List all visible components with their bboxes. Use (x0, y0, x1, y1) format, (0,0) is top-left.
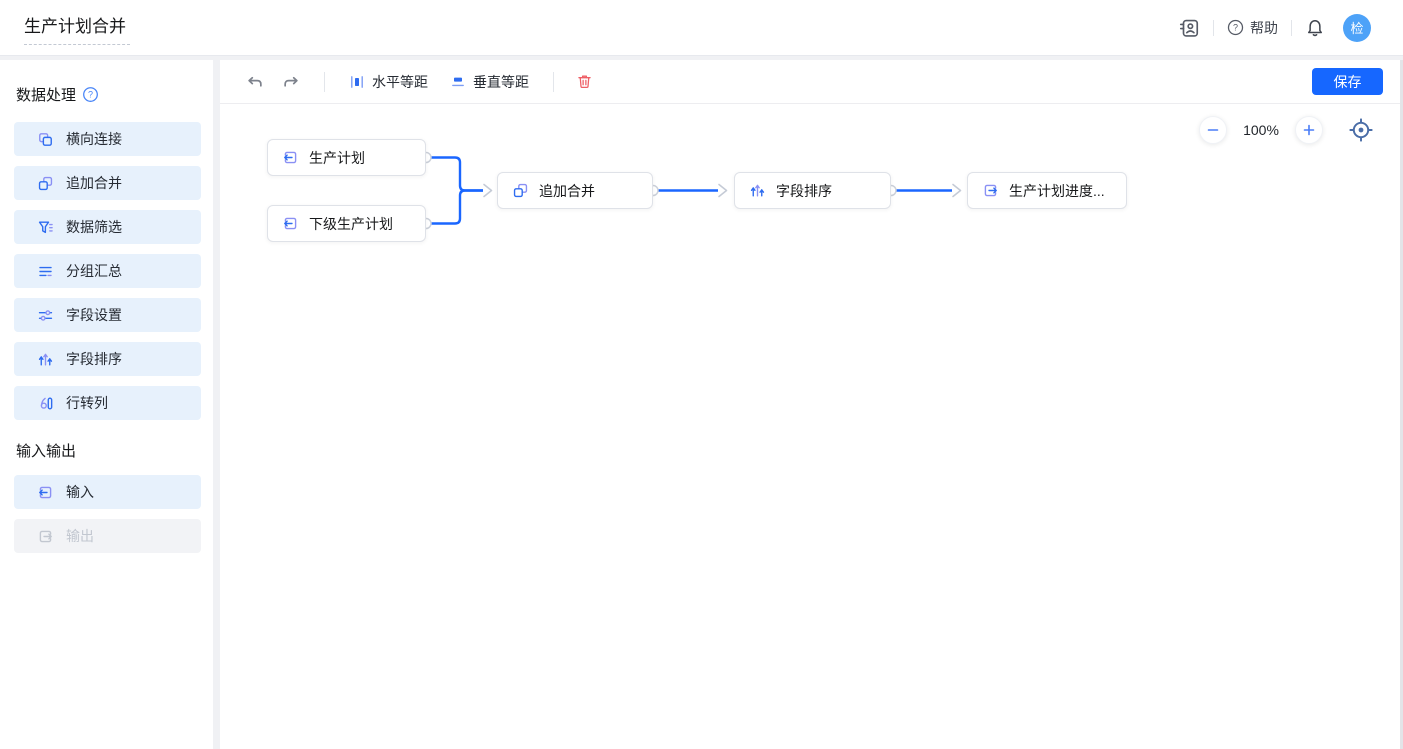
canvas-toolbar: 水平等距 垂直等距 保存 (220, 60, 1403, 104)
section-title-label: 输入输出 (16, 440, 76, 461)
contacts-icon[interactable] (1178, 17, 1200, 39)
sidebar-item-group-summary[interactable]: 分组汇总 (14, 254, 201, 288)
sidebar-item-label: 字段设置 (66, 305, 122, 325)
zoom-out-button[interactable] (1199, 116, 1227, 144)
node-label: 下级生产计划 (309, 214, 393, 234)
help-button[interactable]: ? 帮助 (1227, 18, 1278, 38)
align-horizontal-button[interactable]: 水平等距 (349, 72, 428, 92)
sidebar-item-append-merge[interactable]: 追加合并 (14, 166, 201, 200)
input-icon (282, 149, 299, 166)
avatar[interactable]: 检 (1343, 14, 1371, 42)
minus-icon (1206, 123, 1220, 137)
flow-canvas[interactable]: 生产计划 下级生产计划 追加合并 (220, 104, 1403, 748)
divider (1291, 20, 1292, 36)
zoom-controls: 100% (1199, 116, 1373, 144)
node-label: 字段排序 (776, 181, 832, 201)
sidebar-item-label: 追加合并 (66, 173, 122, 193)
align-vertical-label: 垂直等距 (473, 72, 529, 92)
header-actions: ? 帮助 检 (1178, 14, 1371, 42)
filter-icon (37, 219, 54, 236)
sidebar-item-data-filter[interactable]: 数据筛选 (14, 210, 201, 244)
node-field-sort[interactable]: 字段排序 (734, 172, 891, 209)
input-icon (282, 215, 299, 232)
sidebar-item-output: 输出 (14, 519, 201, 553)
align-horizontal-label: 水平等距 (372, 72, 428, 92)
sidebar-item-label: 横向连接 (66, 129, 122, 149)
sidebar-item-label: 数据筛选 (66, 217, 122, 237)
zoom-in-button[interactable] (1295, 116, 1323, 144)
field-sort-icon (37, 351, 54, 368)
plus-icon (1302, 123, 1316, 137)
node-label: 追加合并 (539, 181, 595, 201)
align-horizontal-icon (349, 74, 365, 90)
svg-text:?: ? (88, 90, 93, 100)
input-icon (37, 484, 54, 501)
redo-icon (282, 73, 300, 91)
group-summary-icon (37, 263, 54, 280)
save-button[interactable]: 保存 (1312, 68, 1383, 95)
output-icon (982, 182, 999, 199)
align-vertical-icon (450, 74, 466, 90)
output-icon (37, 528, 54, 545)
bell-icon[interactable] (1305, 18, 1325, 38)
field-sort-icon (749, 182, 766, 199)
sidebar-item-label: 行转列 (66, 393, 108, 413)
undo-icon (246, 73, 264, 91)
sidebar-item-horizontal-join[interactable]: 横向连接 (14, 122, 201, 156)
trash-icon (576, 73, 593, 90)
sidebar-item-label: 输入 (66, 482, 94, 502)
sidebar-item-row-to-column[interactable]: 行转列 (14, 386, 201, 420)
canvas-panel: 水平等距 垂直等距 保存 (220, 60, 1403, 749)
page-title[interactable]: 生产计划合并 (24, 10, 130, 45)
section-title-label: 数据处理 (16, 84, 76, 105)
app: 生产计划合并 ? 帮助 (0, 0, 1403, 749)
section-title-input-output: 输入输出 (16, 440, 201, 461)
sidebar-item-label: 输出 (66, 526, 94, 546)
sidebar-item-field-sort[interactable]: 字段排序 (14, 342, 201, 376)
svg-text:?: ? (1233, 23, 1238, 33)
divider (1213, 20, 1214, 36)
app-header: 生产计划合并 ? 帮助 (0, 0, 1403, 56)
help-label: 帮助 (1250, 18, 1278, 38)
align-vertical-button[interactable]: 垂直等距 (450, 72, 529, 92)
join-icon (37, 131, 54, 148)
append-icon (512, 182, 529, 199)
zoom-level: 100% (1227, 122, 1295, 138)
sidebar: 数据处理 ? 横向连接 追加合并 (0, 60, 213, 749)
locate-icon (1349, 118, 1373, 142)
node-production-plan[interactable]: 生产计划 (267, 139, 426, 176)
redo-button[interactable] (282, 73, 300, 91)
row-to-column-icon (37, 395, 54, 412)
help-circle-icon: ? (1227, 19, 1244, 36)
field-settings-icon (37, 307, 54, 324)
delete-button[interactable] (576, 73, 593, 90)
divider (553, 72, 554, 92)
help-circle-icon[interactable]: ? (82, 86, 99, 103)
append-icon (37, 175, 54, 192)
undo-button[interactable] (246, 73, 264, 91)
node-label: 生产计划进度... (1009, 181, 1105, 201)
sidebar-item-label: 字段排序 (66, 349, 122, 369)
divider (324, 72, 325, 92)
sidebar-item-field-settings[interactable]: 字段设置 (14, 298, 201, 332)
section-title-data-processing: 数据处理 ? (16, 84, 201, 105)
node-sub-production-plan[interactable]: 下级生产计划 (267, 205, 426, 242)
node-append-merge[interactable]: 追加合并 (497, 172, 653, 209)
sidebar-item-input[interactable]: 输入 (14, 475, 201, 509)
node-label: 生产计划 (309, 148, 365, 168)
sidebar-item-label: 分组汇总 (66, 261, 122, 281)
node-output-progress[interactable]: 生产计划进度... (967, 172, 1127, 209)
locate-button[interactable] (1349, 118, 1373, 142)
